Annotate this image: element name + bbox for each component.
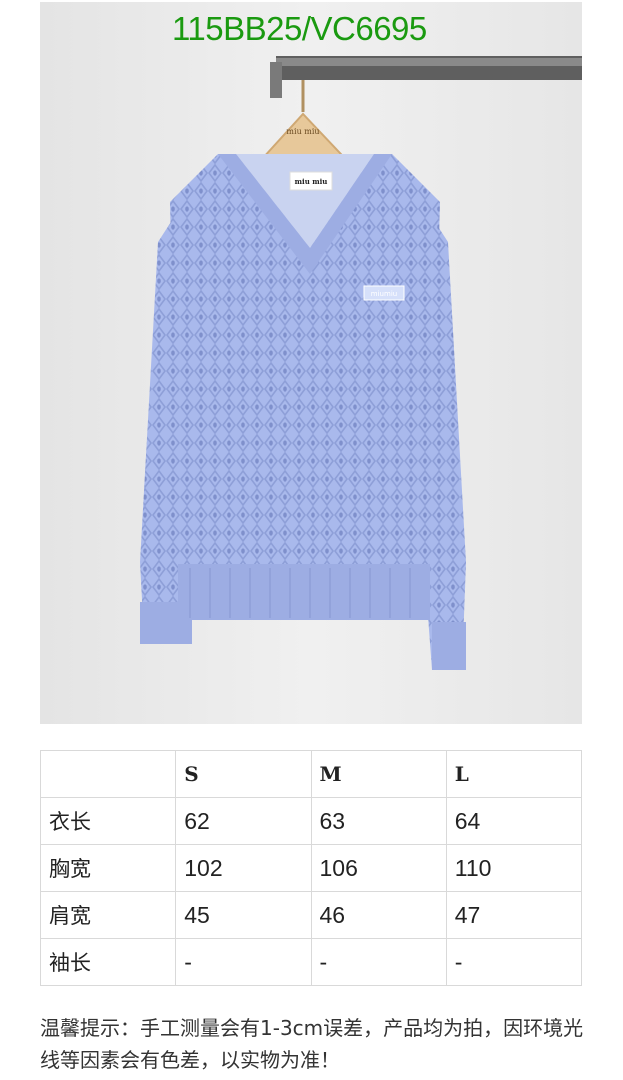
- table-row: 胸宽 102 106 110: [39, 844, 583, 892]
- sweater-illustration: miu miu miu miu miumiu: [40, 2, 582, 724]
- table-cell: -: [310, 938, 447, 986]
- row-label: 衣长: [39, 797, 177, 845]
- size-table: S M L 衣长 62 63 64 胸宽 102 106 110 肩宽 45 4…: [39, 750, 583, 986]
- table-row: 袖长 - - -: [39, 938, 583, 986]
- size-header-l: L: [445, 750, 583, 798]
- table-cell: 63: [310, 797, 447, 845]
- row-label: 胸宽: [39, 844, 177, 892]
- neck-label-text: miu miu: [295, 177, 328, 186]
- table-cell: 110: [445, 844, 583, 892]
- table-cell: -: [445, 938, 583, 986]
- table-cell: 64: [445, 797, 583, 845]
- measurement-note: 温馨提示：手工测量会有1-3cm误差，产品均为拍，因环境光线等因素会有色差，以实…: [40, 1016, 584, 1072]
- chest-patch-text: miumiu: [371, 290, 397, 298]
- table-cell: 106: [310, 844, 447, 892]
- row-label: 袖长: [39, 938, 177, 986]
- product-photo: miu miu miu miu miumiu: [40, 2, 582, 724]
- table-row: 肩宽 45 46 47: [39, 891, 583, 939]
- table-cell: -: [175, 938, 312, 986]
- product-code: 115BB25/VC6695: [172, 10, 427, 47]
- table-cell: 45: [175, 891, 312, 939]
- size-header-s: S: [175, 750, 312, 798]
- table-cell: 62: [175, 797, 312, 845]
- hanger-brand-text: miu miu: [286, 127, 319, 136]
- size-header-blank: [39, 750, 177, 798]
- table-row: 衣长 62 63 64: [39, 797, 583, 845]
- size-table-header-row: S M L: [39, 750, 583, 798]
- table-cell: 47: [445, 891, 583, 939]
- table-cell: 102: [175, 844, 312, 892]
- size-header-m: M: [310, 750, 447, 798]
- table-cell: 46: [310, 891, 447, 939]
- row-label: 肩宽: [39, 891, 177, 939]
